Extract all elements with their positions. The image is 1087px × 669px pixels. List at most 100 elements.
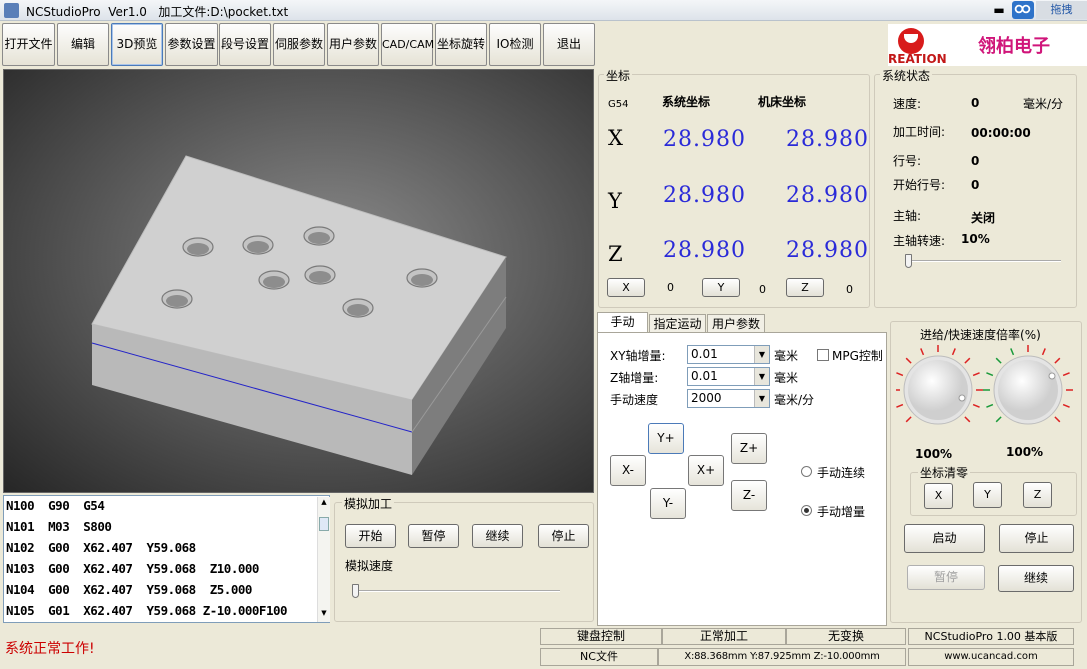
spindle-speed-slider-thumb[interactable] xyxy=(905,254,912,268)
jog-x-minus-button[interactable]: X- xyxy=(610,455,646,486)
3d-preview-viewport[interactable] xyxy=(3,69,594,493)
logo-company-name: 翎柏电子 xyxy=(978,36,1050,57)
cycle-pause-button[interactable]: 暂停 xyxy=(907,565,985,590)
mode-continuous-radio[interactable] xyxy=(801,466,812,477)
cycle-stop-button[interactable]: 停止 xyxy=(999,524,1074,553)
status-machining-mode: 正常加工 xyxy=(662,628,786,645)
simulation-group-title: 模拟加工 xyxy=(342,495,395,512)
gcode-line[interactable]: N101 M03 S800 xyxy=(6,519,112,534)
feed-override-value: 100% xyxy=(915,447,953,461)
x-zero-value: 0 xyxy=(667,281,674,294)
tab-user-params[interactable]: 用户参数 xyxy=(707,314,765,333)
servo-params-button[interactable]: 伺服参数 xyxy=(273,23,325,66)
mode-step-label: 手动增量 xyxy=(817,505,866,519)
chevron-down-icon[interactable]: ▼ xyxy=(754,390,769,407)
sim-start-button[interactable]: 开始 xyxy=(345,524,396,548)
chevron-down-icon[interactable]: ▼ xyxy=(754,346,769,363)
machining-time-value: 00:00:00 xyxy=(971,126,1031,140)
cycle-resume-button[interactable]: 继续 xyxy=(998,565,1074,592)
feed-override-knob[interactable] xyxy=(896,340,986,440)
param-settings-button[interactable]: 参数设置 xyxy=(165,23,218,66)
rapid-override-knob[interactable] xyxy=(988,340,1078,440)
clear-z-button[interactable]: Z xyxy=(1023,482,1052,508)
z-axis-label: Z xyxy=(608,242,623,266)
spindle-label: 主轴: xyxy=(893,209,922,223)
scroll-down-icon[interactable]: ▼ xyxy=(319,609,329,619)
line-number-value: 0 xyxy=(971,154,980,168)
zero-y-button[interactable]: Y xyxy=(702,278,740,297)
status-position: X:88.368mm Y:87.925mm Z:-10.000mm xyxy=(658,648,906,666)
jog-x-plus-button[interactable]: X+ xyxy=(688,455,724,486)
gcode-line[interactable]: N104 G00 X62.407 Y59.068 Z5.000 xyxy=(6,582,252,597)
jog-y-minus-button[interactable]: Y- xyxy=(650,488,686,519)
clear-x-button[interactable]: X xyxy=(924,483,953,509)
coord-zero-title: 坐标清零 xyxy=(918,464,971,481)
mpg-checkbox[interactable] xyxy=(817,349,829,361)
z-step-select[interactable]: 0.01 ▼ xyxy=(687,367,770,386)
manual-speed-select[interactable]: 2000 ▼ xyxy=(687,389,770,408)
status-transform: 无变换 xyxy=(786,628,906,645)
mode-step-radio[interactable] xyxy=(801,505,812,516)
manual-speed-unit: 毫米/分 xyxy=(774,393,815,407)
window-title: NCStudioPro Ver1.0 加工文件:D:\pocket.txt xyxy=(26,5,289,19)
gcode-line[interactable]: N105 G01 X62.407 Y59.068 Z-10.000F100 xyxy=(6,603,288,618)
tab-manual[interactable]: 手动 xyxy=(597,312,648,333)
x-axis-label: X xyxy=(608,126,623,150)
z-system-coord: 28.980 xyxy=(663,238,746,263)
3d-preview-button[interactable]: 3D预览 xyxy=(111,23,163,66)
clear-y-button[interactable]: Y xyxy=(973,482,1002,508)
exit-button[interactable]: 退出 xyxy=(543,23,595,66)
z-step-label: Z轴增量: xyxy=(610,371,659,385)
scroll-thumb[interactable] xyxy=(319,517,329,531)
cad-cam-button[interactable]: CAD/CAM xyxy=(381,23,434,66)
z-zero-value: 0 xyxy=(846,283,853,296)
gcode-list[interactable]: N100 G90 G54 N101 M03 S800 N102 G00 X62.… xyxy=(3,495,330,623)
segment-settings-button[interactable]: 段号设置 xyxy=(219,23,271,66)
open-file-button[interactable]: 打开文件 xyxy=(2,23,55,66)
gcode-scrollbar[interactable]: ▲ ▼ xyxy=(317,497,330,622)
zero-x-button[interactable]: X xyxy=(607,278,645,297)
mode-continuous-label: 手动连续 xyxy=(817,466,866,480)
status-version: NCStudioPro 1.00 基本版 xyxy=(908,628,1074,645)
machine-coord-header: 机床坐标 xyxy=(758,95,807,109)
jog-y-plus-button[interactable]: Y+ xyxy=(648,423,684,454)
xy-step-value: 0.01 xyxy=(691,347,718,361)
system-status-title: 系统状态 xyxy=(880,67,933,84)
spindle-speed-value: 10% xyxy=(961,232,990,246)
system-coord-header: 系统坐标 xyxy=(662,95,711,109)
io-check-button[interactable]: IO检测 xyxy=(489,23,541,66)
sim-speed-slider[interactable] xyxy=(352,590,560,592)
sim-resume-button[interactable]: 继续 xyxy=(472,524,523,548)
company-logo: REATION 翎柏电子 xyxy=(888,24,1087,66)
spindle-speed-slider[interactable] xyxy=(905,260,1061,262)
start-line-value: 0 xyxy=(971,178,980,192)
gcode-line[interactable]: N103 G00 X62.407 Y59.068 Z10.000 xyxy=(6,561,259,576)
jog-z-minus-button[interactable]: Z- xyxy=(731,480,767,511)
jog-z-plus-button[interactable]: Z+ xyxy=(731,433,767,464)
sim-speed-slider-thumb[interactable] xyxy=(352,584,359,598)
app-icon xyxy=(4,3,19,18)
gcode-line[interactable]: N102 G00 X62.407 Y59.068 xyxy=(6,540,196,555)
gcode-line[interactable]: N100 G90 G54 xyxy=(6,498,105,513)
start-line-label: 开始行号: xyxy=(893,178,946,192)
cloud-icon[interactable] xyxy=(1012,1,1034,19)
y-machine-coord: 28.980 xyxy=(786,183,869,208)
tab-specified-motion[interactable]: 指定运动 xyxy=(649,314,706,333)
sim-speed-label: 模拟速度 xyxy=(345,559,394,573)
user-params-button[interactable]: 用户参数 xyxy=(327,23,379,66)
coord-rotate-button[interactable]: 坐标旋转 xyxy=(435,23,487,66)
status-nc-file: NC文件 xyxy=(540,648,658,666)
minimize-button[interactable]: ▬ xyxy=(988,1,1010,19)
status-url: www.ucancad.com xyxy=(908,648,1074,666)
z-step-unit: 毫米 xyxy=(774,371,799,385)
chevron-down-icon[interactable]: ▼ xyxy=(754,368,769,385)
zero-z-button[interactable]: Z xyxy=(786,278,824,297)
sim-stop-button[interactable]: 停止 xyxy=(538,524,589,548)
scroll-up-icon[interactable]: ▲ xyxy=(319,498,329,508)
sim-pause-button[interactable]: 暂停 xyxy=(408,524,459,548)
xy-step-select[interactable]: 0.01 ▼ xyxy=(687,345,770,364)
drag-button[interactable]: 拖拽 xyxy=(1036,1,1087,19)
cycle-start-button[interactable]: 启动 xyxy=(904,524,985,553)
rapid-override-value: 100% xyxy=(1006,445,1044,459)
edit-button[interactable]: 编辑 xyxy=(57,23,109,66)
